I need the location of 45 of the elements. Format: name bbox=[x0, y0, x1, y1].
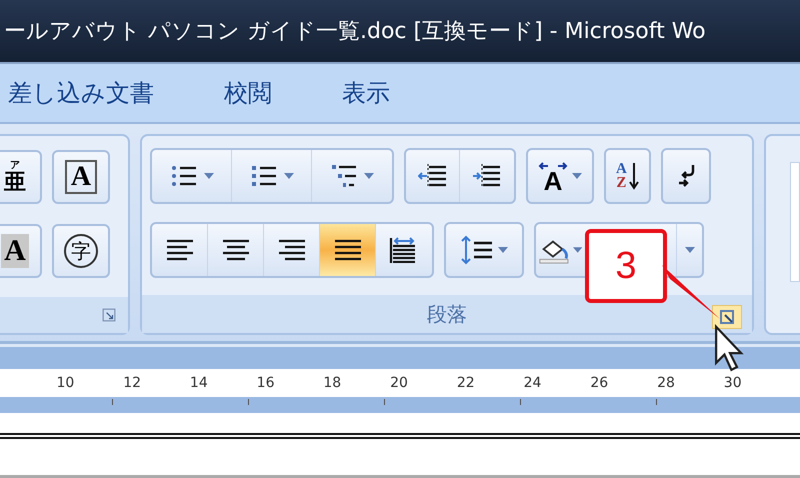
toolbar-button[interactable] bbox=[320, 224, 376, 276]
ruler-number: 30 bbox=[722, 375, 743, 391]
letter-glyph: A bbox=[544, 170, 562, 192]
align-left-icon bbox=[164, 237, 194, 263]
dialog-launcher-icon[interactable] bbox=[102, 308, 116, 322]
dialog-launcher-icon[interactable] bbox=[712, 305, 742, 329]
format-button[interactable]: 字 bbox=[52, 224, 110, 278]
dropdown-arrow-icon bbox=[284, 173, 294, 179]
ribbon-tab[interactable]: 校閲 bbox=[224, 75, 272, 111]
dropdown-arrow-icon bbox=[498, 247, 508, 253]
group-label: 段落 bbox=[427, 300, 467, 328]
ruler-number: 10 bbox=[55, 375, 76, 391]
down-arrow-icon bbox=[628, 161, 639, 191]
window-title: ールアバウト パソコン ガイド一覧.doc [互換モード] - Microsoft Wo bbox=[3, 18, 706, 46]
format-button[interactable]: ア 亜 bbox=[0, 150, 42, 204]
double-arrow-icon bbox=[538, 160, 568, 171]
dropdown-arrow-icon bbox=[684, 247, 694, 253]
letter-glyph: A bbox=[616, 162, 627, 176]
justify-icon bbox=[332, 237, 362, 263]
toolbar-button[interactable]: A Z bbox=[606, 150, 649, 202]
toolbar-button[interactable]: A bbox=[528, 150, 592, 202]
format-button[interactable]: A bbox=[0, 224, 42, 278]
ruler-number: 14 bbox=[188, 375, 209, 391]
ruler-number: 20 bbox=[389, 375, 409, 391]
dropdown-arrow-icon bbox=[364, 173, 374, 179]
ruler-number: 16 bbox=[256, 375, 276, 391]
format-button[interactable]: A bbox=[52, 150, 110, 204]
ruler-number: 12 bbox=[122, 375, 142, 391]
line-spacing-icon bbox=[460, 235, 494, 265]
letter-glyph: Z bbox=[616, 176, 627, 190]
increase-indent-icon bbox=[472, 163, 502, 189]
ruler-number: 18 bbox=[322, 375, 342, 391]
dropdown-arrow-icon bbox=[204, 173, 214, 179]
callout-badge: 3 bbox=[585, 229, 667, 303]
dropdown-arrow-icon bbox=[572, 173, 582, 179]
ruler-number: 22 bbox=[456, 375, 476, 391]
ruler-number: 26 bbox=[589, 375, 610, 391]
decrease-indent-icon bbox=[418, 163, 448, 189]
align-center-icon bbox=[220, 237, 250, 263]
ribbon-tab[interactable]: 差し込み文書 bbox=[8, 75, 154, 111]
ribbon-tab[interactable]: 表示 bbox=[342, 75, 390, 111]
ruler-number: 24 bbox=[522, 375, 542, 391]
align-right-icon bbox=[276, 237, 306, 263]
dropdown-arrow-icon bbox=[572, 247, 582, 253]
ruler-number: 28 bbox=[656, 375, 676, 391]
